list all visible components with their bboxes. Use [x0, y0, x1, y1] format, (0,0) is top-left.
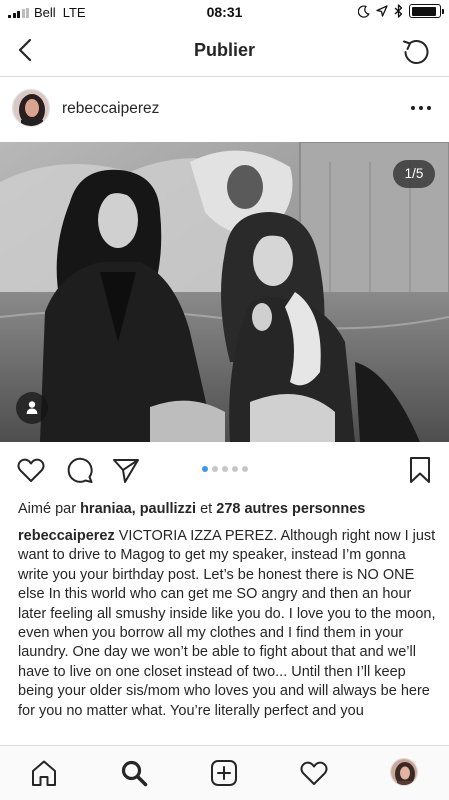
status-bar: Bell LTE 08:31 [0, 0, 449, 24]
post-header: rebeccaiperez [0, 78, 449, 140]
bookmark-icon[interactable] [405, 455, 435, 485]
post-photo[interactable]: 1/5 [0, 142, 449, 442]
likes-others[interactable]: 278 autres personnes [216, 501, 365, 517]
status-right [358, 4, 444, 18]
likes-prefix: Aimé par [18, 501, 81, 517]
tab-bar [0, 745, 449, 800]
media-counter-badge: 1/5 [393, 160, 435, 188]
nav-bar: Publier [0, 24, 449, 77]
battery-level [411, 6, 437, 16]
carousel-dot [241, 466, 248, 472]
add-post-icon[interactable] [209, 758, 239, 788]
likes-joiner: et [196, 501, 217, 517]
refresh-icon[interactable] [400, 35, 432, 67]
caption-username[interactable]: rebeccaiperez [18, 528, 115, 544]
user-tag-icon[interactable] [16, 392, 48, 424]
search-icon[interactable] [119, 758, 149, 788]
caption-text: VICTORIA IZZA PEREZ. Although right now … [18, 528, 436, 719]
bluetooth-icon [394, 4, 403, 18]
carousel-dot [231, 466, 238, 472]
carousel-dots [0, 466, 449, 472]
likes-line: Aimé par hraniaa, paullizzi et 278 autre… [18, 499, 438, 519]
likes-names[interactable]: hraniaa, paullizzi [80, 501, 196, 517]
post-image [0, 142, 449, 442]
avatar-image [13, 90, 49, 126]
more-horizontal-icon[interactable] [409, 102, 433, 114]
profile-avatar[interactable] [390, 758, 418, 786]
carousel-dot [211, 466, 218, 472]
carousel-dot [201, 466, 208, 472]
profile-avatar-image [391, 759, 417, 785]
post-username[interactable]: rebeccaiperez [62, 100, 159, 118]
moon-icon [358, 4, 370, 18]
person-icon [26, 401, 38, 414]
battery-icon [409, 4, 444, 18]
activity-heart-icon[interactable] [299, 758, 329, 788]
post-caption: rebeccaiperez VICTORIA IZZA PEREZ. Altho… [18, 527, 436, 745]
carousel-dot [221, 466, 228, 472]
post-actions [0, 442, 449, 498]
page-title: Publier [193, 40, 255, 60]
location-arrow-icon [376, 5, 388, 17]
avatar[interactable] [12, 89, 50, 127]
home-icon[interactable] [29, 758, 59, 788]
